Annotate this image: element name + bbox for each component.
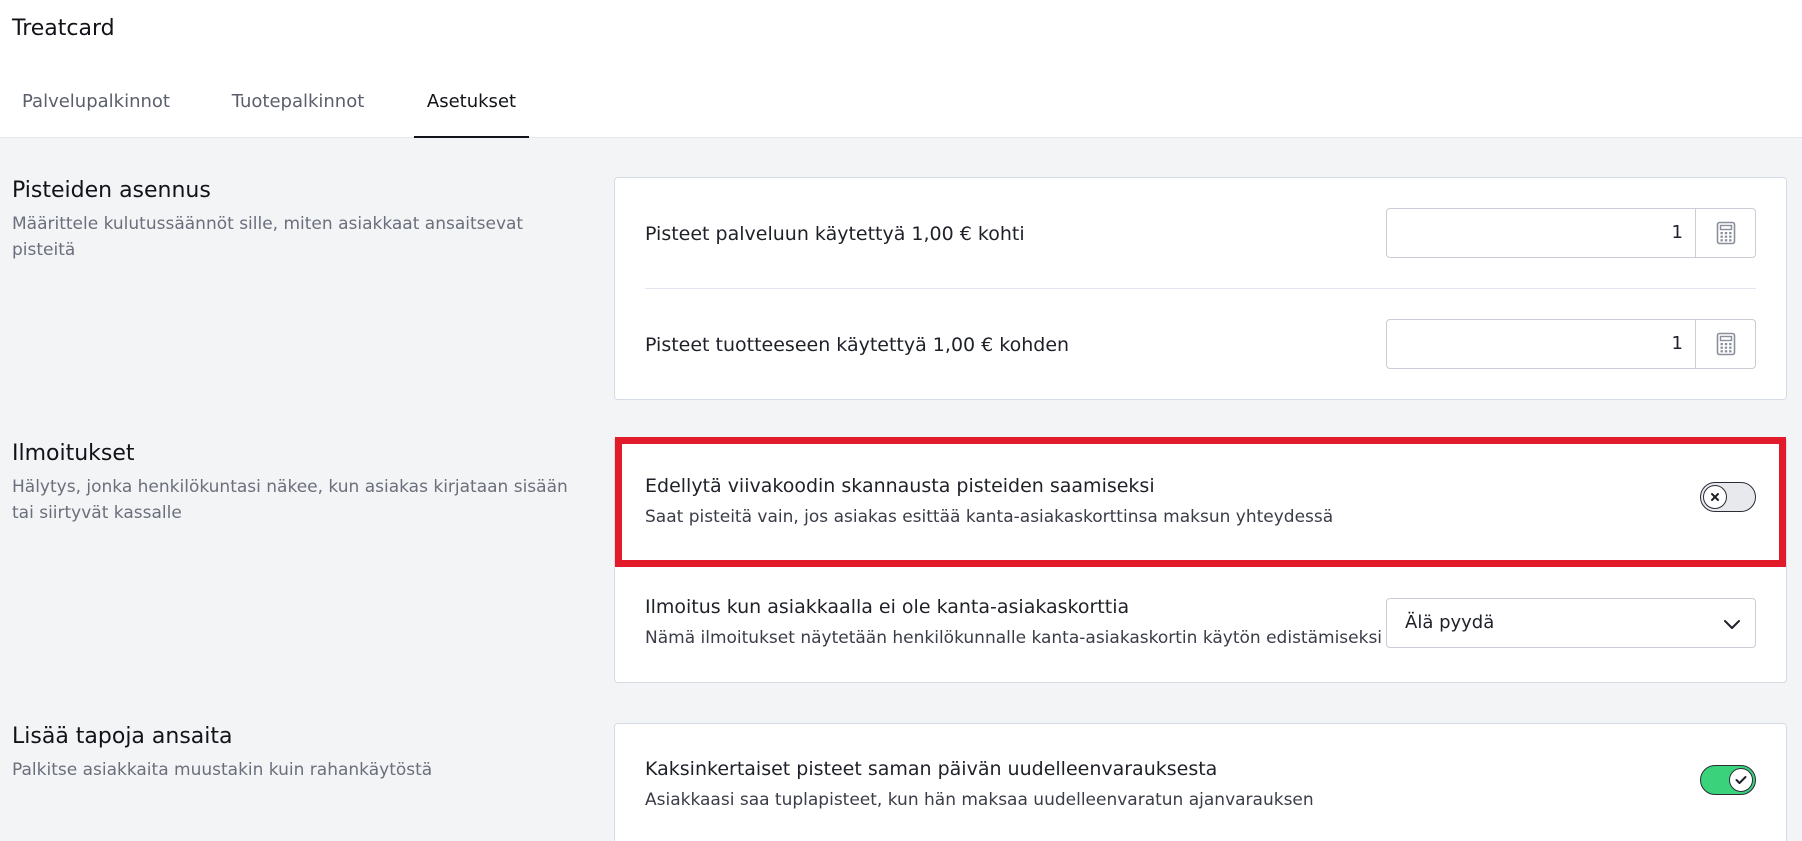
top-bar: Treatcard Palvelupalkinnot Tuotepalkinno… — [0, 0, 1802, 138]
tab-asetukset[interactable]: Asetukset — [414, 78, 529, 138]
service-points-value[interactable]: 1 — [1387, 209, 1695, 257]
points-section-description: Määrittele kulutussäännöt sille, miten a… — [12, 214, 524, 260]
notifications-section-header: Ilmoitukset Hälytys, jonka henkilökuntas… — [12, 441, 582, 526]
page-title: Treatcard — [12, 16, 115, 41]
product-points-input[interactable]: 1 — [1386, 319, 1756, 369]
notifications-card: Edellytä viivakoodin skannausta pisteide… — [614, 437, 1787, 683]
points-section-title: Pisteiden asennus — [12, 178, 211, 203]
earn-section-title: Lisää tapoja ansaita — [12, 724, 233, 749]
chevron-down-icon — [1724, 620, 1740, 629]
product-points-value[interactable]: 1 — [1387, 320, 1695, 368]
barcode-scan-title: Edellytä viivakoodin skannausta pisteide… — [645, 475, 1155, 497]
double-points-row: Kaksinkertaiset pisteet saman päivän uud… — [645, 758, 1756, 810]
notifications-section-description: Hälytys, jonka henkilökuntasi näkee, kun… — [12, 477, 568, 523]
no-card-notification-select[interactable]: Älä pyydä — [1386, 598, 1756, 648]
double-points-toggle[interactable] — [1700, 765, 1756, 795]
barcode-scan-row: Edellytä viivakoodin skannausta pisteide… — [645, 475, 1756, 527]
points-card: Pisteet palveluun käytettyä 1,00 € kohti… — [614, 177, 1787, 400]
toggle-knob — [1729, 768, 1753, 792]
notifications-section-title: Ilmoitukset — [12, 441, 135, 466]
barcode-scan-description: Saat pisteitä vain, jos asiakas esittää … — [645, 507, 1334, 527]
tab-tuotepalkinnot[interactable]: Tuotepalkinnot — [220, 78, 376, 138]
earn-card: Kaksinkertaiset pisteet saman päivän uud… — [614, 723, 1787, 841]
service-points-input[interactable]: 1 — [1386, 208, 1756, 258]
double-points-title: Kaksinkertaiset pisteet saman päivän uud… — [645, 758, 1218, 780]
tab-bar: Palvelupalkinnot Tuotepalkinnot Asetukse… — [0, 78, 600, 138]
toggle-knob — [1703, 485, 1727, 509]
points-section-header: Pisteiden asennus Määrittele kulutussään… — [12, 178, 582, 263]
barcode-scan-toggle[interactable] — [1700, 482, 1756, 512]
check-icon — [1735, 776, 1747, 784]
earn-section-description: Palkitse asiakkaita muustakin kuin rahan… — [12, 760, 433, 780]
select-value: Älä pyydä — [1405, 612, 1495, 633]
calculator-icon[interactable] — [1695, 209, 1755, 257]
double-points-description: Asiakkaasi saa tuplapisteet, kun hän mak… — [645, 790, 1314, 810]
close-icon — [1711, 493, 1719, 501]
earn-section-header: Lisää tapoja ansaita Palkitse asiakkaita… — [12, 724, 582, 783]
calculator-icon[interactable] — [1695, 320, 1755, 368]
divider — [645, 288, 1756, 289]
tab-palvelupalkinnot[interactable]: Palvelupalkinnot — [12, 78, 180, 138]
